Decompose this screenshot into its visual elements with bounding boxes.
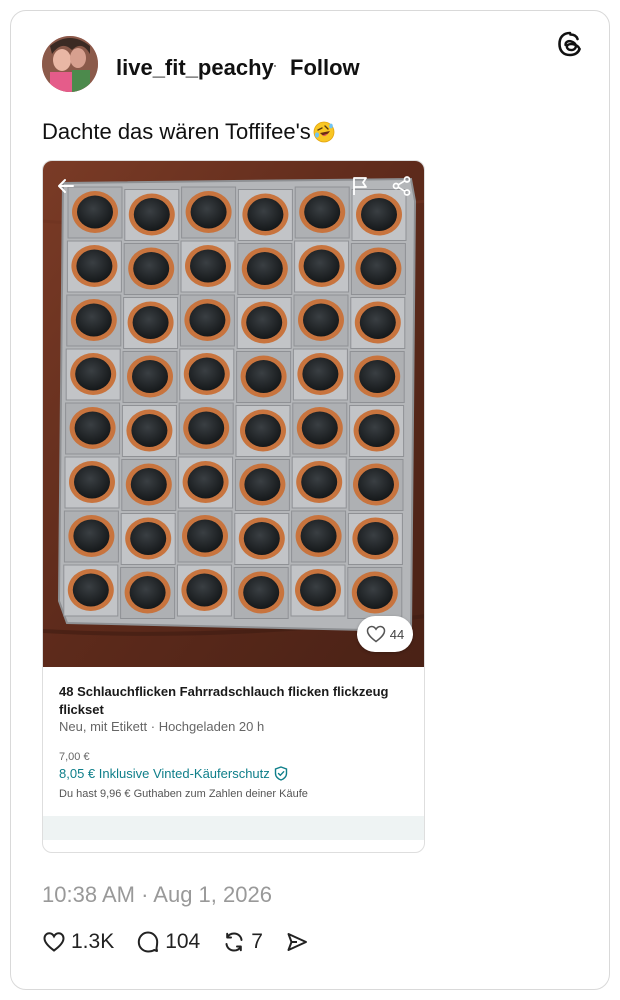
patch-center: [188, 411, 225, 445]
repost-icon: [225, 932, 243, 952]
listing-embed[interactable]: 44 48 Schlauchflicken Fahrradschlauch fl…: [42, 160, 425, 853]
patch-center: [358, 468, 394, 501]
patch-center: [359, 306, 396, 339]
patch-center: [131, 414, 168, 447]
patch-center: [190, 249, 226, 283]
follow-button[interactable]: Follow: [290, 55, 360, 81]
patch-center: [303, 249, 340, 283]
send-button[interactable]: [285, 930, 309, 954]
like-button[interactable]: 1.3K: [42, 930, 114, 954]
patch-center: [75, 357, 112, 391]
patch-center: [132, 306, 169, 339]
favorite-count: 44: [389, 626, 405, 642]
repost-button[interactable]: 7: [222, 930, 263, 954]
patch-center: [303, 303, 339, 337]
avatar-photo: [42, 36, 98, 92]
patch-center: [130, 522, 167, 555]
patch-center: [302, 357, 339, 391]
listing-meta: Neu, mit Etikett · Hochgeladen 20 h: [59, 719, 265, 734]
shield-check-icon: [274, 766, 287, 781]
patch-center: [301, 465, 338, 499]
rofl-emoji: [313, 121, 335, 143]
patch-center: [304, 195, 341, 229]
patch-center: [356, 576, 393, 609]
share-icon[interactable]: [391, 175, 413, 197]
patch-center: [188, 357, 225, 391]
post-text: Dachte das wären Toffifee's: [42, 119, 335, 145]
patch-center: [300, 519, 337, 553]
avatar[interactable]: [42, 36, 98, 92]
listing-price: 7,00 €: [59, 751, 90, 763]
patch-center: [358, 414, 395, 447]
total-price-text: 8,05 € Inklusive Vinted-Käuferschutz: [59, 766, 270, 781]
reply-count: 104: [165, 930, 201, 953]
patch-center: [74, 411, 111, 445]
patch-center: [301, 411, 338, 445]
patch-center: [132, 360, 168, 393]
flag-icon[interactable]: [349, 175, 371, 197]
patch-center: [359, 360, 396, 393]
patch-center: [75, 303, 112, 337]
patch-center: [189, 303, 226, 337]
patch-center: [133, 198, 170, 231]
patch-center: [72, 573, 109, 607]
patch-center: [129, 576, 166, 609]
patch-center: [300, 573, 336, 607]
patch-center: [190, 195, 227, 229]
repost-count: 7: [251, 930, 263, 953]
action-bar: 1.3K 104 7: [42, 930, 331, 954]
patch-center: [357, 522, 394, 555]
favorite-button[interactable]: 44: [357, 616, 413, 652]
patch-center: [360, 252, 397, 285]
patch-center: [130, 468, 167, 501]
listing-total-price[interactable]: 8,05 € Inklusive Vinted-Käuferschutz: [59, 766, 288, 781]
post-text-content: Dachte das wären Toffifee's: [42, 119, 311, 144]
embed-footer: [43, 816, 424, 840]
patch-center: [76, 249, 113, 283]
patch-center: [246, 306, 283, 339]
patch-center: [247, 198, 284, 231]
reply-button[interactable]: 104: [136, 930, 200, 954]
patch-center: [246, 252, 283, 285]
patch-center: [187, 465, 224, 499]
listing-title[interactable]: 48 Schlauchflicken Fahrradschlauch flick…: [59, 683, 404, 719]
credit-note: Du hast 9,96 € Guthaben zum Zahlen deine…: [59, 788, 308, 800]
back-arrow-icon[interactable]: [55, 175, 77, 197]
patch-center: [243, 522, 280, 555]
post-timestamp[interactable]: 10:38 AM · Aug 1, 2026: [42, 882, 272, 908]
send-icon: [287, 933, 307, 951]
patch-center: [245, 360, 282, 393]
patch-center: [74, 465, 110, 499]
separator-dot: ·: [272, 55, 278, 75]
patch-center: [73, 519, 110, 553]
username[interactable]: live_fit_peachy: [116, 55, 274, 81]
patch-center: [186, 573, 223, 607]
patch-center: [187, 519, 223, 553]
heart-icon: [43, 932, 65, 952]
patch-center: [133, 252, 170, 285]
patch-center: [245, 414, 281, 447]
patch-center: [361, 198, 397, 231]
heart-outline-icon: [366, 625, 386, 643]
patch-center: [244, 468, 281, 501]
threads-logo-icon[interactable]: [556, 30, 584, 58]
reply-icon: [138, 931, 159, 953]
patch-center: [77, 195, 113, 229]
listing-photo[interactable]: [43, 161, 425, 667]
like-count: 1.3K: [71, 930, 115, 953]
patch-center: [243, 576, 280, 609]
